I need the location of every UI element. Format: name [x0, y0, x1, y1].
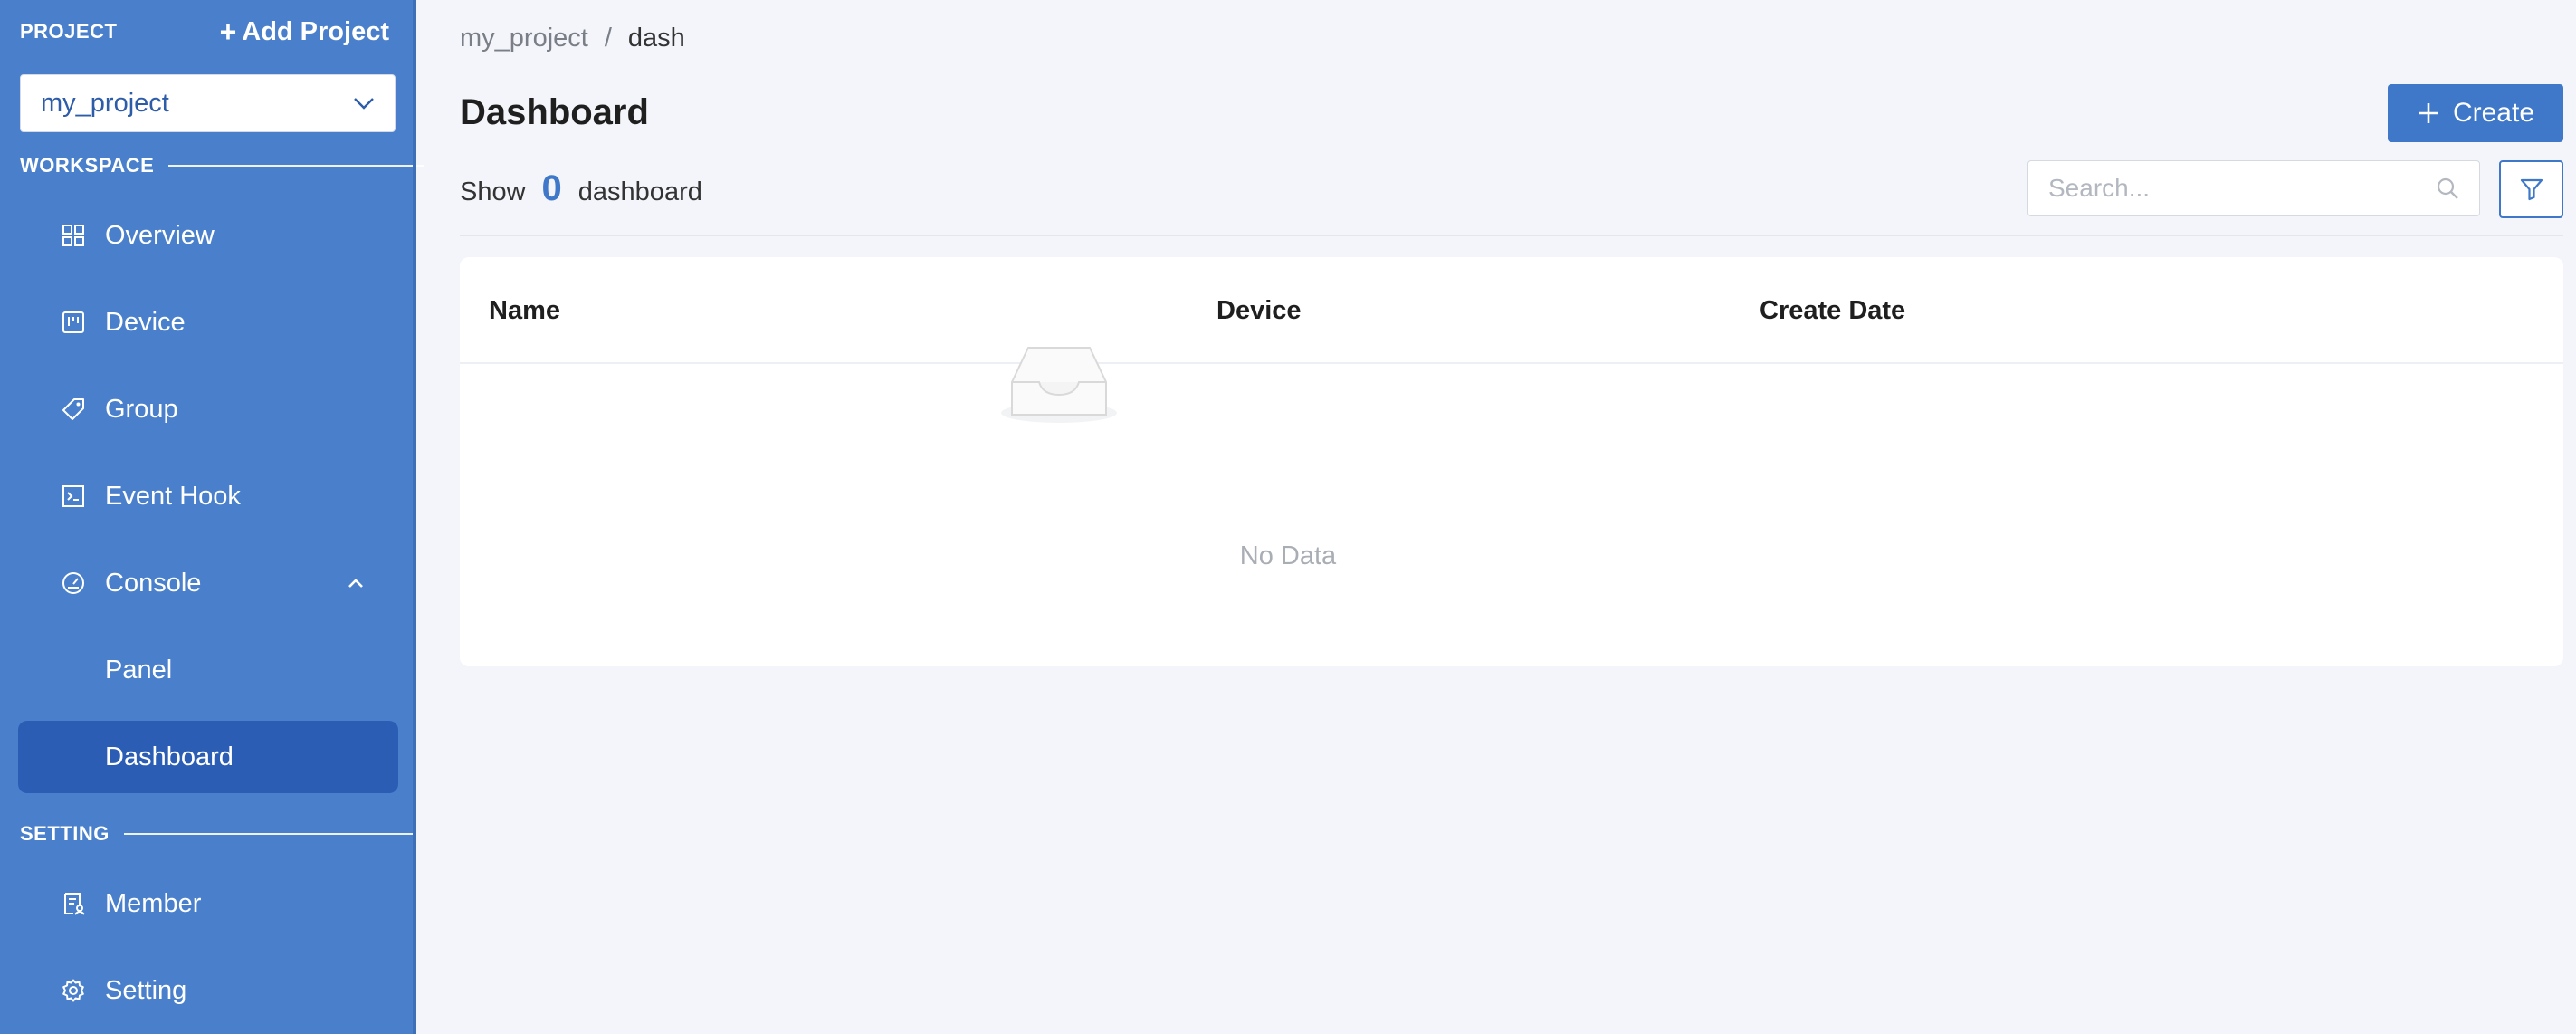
breadcrumb: my_project / dash	[460, 24, 685, 53]
sidebar-item-label: Setting	[105, 975, 187, 1005]
sidebar-item-event-hook[interactable]: Event Hook	[18, 460, 398, 532]
show-label: Show	[460, 177, 526, 206]
sidebar-item-label: Dashboard	[105, 742, 234, 771]
section-divider	[168, 165, 425, 167]
search-icon[interactable]	[2436, 177, 2459, 200]
create-button-label: Create	[2452, 98, 2535, 128]
breadcrumb-current: dash	[627, 24, 685, 53]
empty-inbox-icon	[1001, 347, 1117, 423]
column-header-device[interactable]: Device	[1216, 257, 1302, 364]
add-project-label: Add Project	[242, 16, 389, 46]
breadcrumb-root[interactable]: my_project	[460, 24, 588, 53]
filter-icon	[2520, 178, 2543, 201]
sidebar-item-overview[interactable]: Overview	[18, 199, 398, 272]
workspace-section: WORKSPACE	[20, 154, 425, 177]
tag-icon	[62, 398, 84, 420]
sidebar-item-label: Event Hook	[105, 481, 241, 511]
sidebar-item-setting[interactable]: Setting	[18, 954, 398, 1027]
project-header: PROJECT + Add Project	[20, 17, 389, 47]
sidebar-item-panel[interactable]: Panel	[18, 634, 398, 706]
plus-icon	[2418, 103, 2438, 123]
sidebar-item-label: Member	[105, 888, 202, 918]
workspace-label: WORKSPACE	[20, 154, 155, 177]
gear-icon	[62, 979, 84, 1002]
grid-icon	[62, 225, 84, 246]
member-icon	[64, 893, 85, 915]
project-section-title: PROJECT	[20, 20, 118, 43]
header-divider	[460, 235, 2563, 236]
sidebar-item-dashboard[interactable]: Dashboard	[18, 721, 398, 793]
sidebar-item-group[interactable]: Group	[18, 373, 398, 445]
filter-button[interactable]	[2499, 160, 2563, 218]
device-icon	[62, 311, 84, 333]
sidebar-item-member[interactable]: Member	[18, 867, 398, 940]
terminal-icon	[62, 485, 84, 507]
sidebar-item-label: Overview	[105, 220, 215, 250]
sidebar-item-label: Device	[105, 307, 186, 337]
column-header-create-date[interactable]: Create Date	[1760, 257, 1905, 364]
table-header: Name Device Create Date	[460, 257, 2563, 364]
count-unit: dashboard	[577, 177, 702, 206]
sidebar-item-label: Console	[105, 568, 202, 598]
chevron-up-icon[interactable]	[346, 573, 366, 593]
create-button[interactable]: Create	[2388, 84, 2563, 142]
count-value: 0	[541, 168, 562, 208]
section-divider	[123, 833, 414, 835]
sidebar-item-label: Panel	[105, 655, 173, 685]
sidebar-item-device[interactable]: Device	[18, 286, 398, 359]
add-project-button[interactable]: + Add Project	[220, 17, 389, 47]
gauge-icon	[62, 572, 84, 594]
dashboard-count: Show 0 dashboard	[460, 168, 702, 209]
chevron-down-icon	[354, 98, 374, 110]
project-select[interactable]: my_project	[20, 74, 396, 132]
empty-state-text: No Data	[1239, 541, 1337, 570]
column-header-name[interactable]: Name	[489, 257, 560, 364]
page-title: Dashboard	[460, 92, 649, 132]
project-select-value: my_project	[41, 88, 169, 118]
search-input[interactable]	[2048, 174, 2436, 203]
empty-state	[460, 364, 2563, 666]
setting-section: SETTING	[20, 822, 414, 846]
sidebar-item-label: Group	[105, 394, 178, 424]
dashboard-table: Name Device Create Date	[460, 257, 2563, 666]
sidebar: PROJECT + Add Project my_project WORKSPA…	[0, 0, 425, 1034]
breadcrumb-separator: /	[604, 24, 612, 53]
search-box	[2027, 160, 2480, 216]
plus-icon: +	[219, 15, 237, 48]
setting-label: SETTING	[20, 822, 110, 845]
